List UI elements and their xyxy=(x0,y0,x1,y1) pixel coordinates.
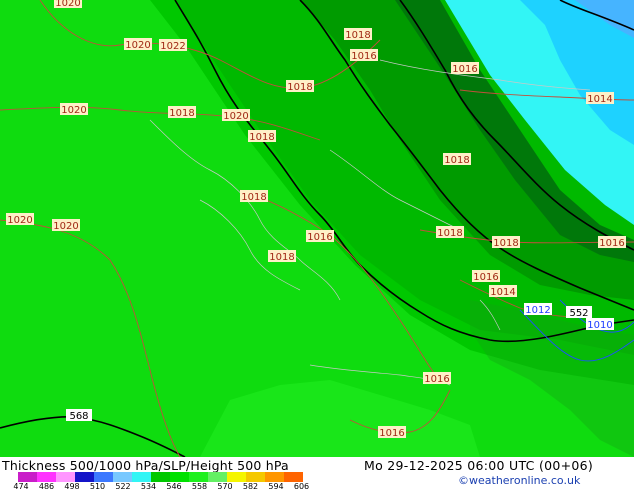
slp-label: 1020 xyxy=(125,40,150,51)
slp-label: 1018 xyxy=(269,252,294,263)
slp-label: 1016 xyxy=(599,238,624,249)
slp-label: 1022 xyxy=(160,41,185,52)
legend-swatch xyxy=(94,472,113,482)
legend-swatch xyxy=(113,472,132,482)
valid-datetime: Mo 29-12-2025 06:00 UTC (00+06) xyxy=(364,458,594,473)
legend-swatch xyxy=(151,472,170,482)
legend-swatch xyxy=(132,472,151,482)
slp-label: 1018 xyxy=(345,30,370,41)
legend-swatch xyxy=(56,472,75,482)
slp-label: 1018 xyxy=(241,192,266,203)
legend-swatch xyxy=(284,472,303,482)
low-pressure-label: 1010 xyxy=(587,320,612,331)
slp-label: 1018 xyxy=(287,82,312,93)
legend-swatch xyxy=(246,472,265,482)
footer: Thickness 500/1000 hPa/SLP/Height 500 hP… xyxy=(0,457,634,491)
color-legend xyxy=(18,472,303,482)
legend-swatch xyxy=(189,472,208,482)
label-568: 568 xyxy=(69,411,88,422)
slp-label: 1018 xyxy=(493,238,518,249)
slp-label: 1014 xyxy=(587,94,612,105)
low-pressure-label: 1012 xyxy=(525,305,550,316)
slp-label: 1018 xyxy=(169,108,194,119)
legend-swatch xyxy=(265,472,284,482)
slp-label: 1020 xyxy=(61,105,86,116)
slp-label: 1020 xyxy=(223,111,248,122)
slp-label: 1016 xyxy=(473,272,498,283)
legend-swatch xyxy=(170,472,189,482)
slp-label: 1020 xyxy=(55,0,80,9)
slp-label: 1018 xyxy=(437,228,462,239)
legend-swatch xyxy=(208,472,227,482)
credit-link[interactable]: ©weatheronline.co.uk xyxy=(458,474,580,487)
legend-swatch xyxy=(37,472,56,482)
legend-swatch xyxy=(18,472,37,482)
slp-label: 1016 xyxy=(452,64,477,75)
slp-label: 1016 xyxy=(307,232,332,243)
slp-label: 1018 xyxy=(444,155,469,166)
slp-label: 1014 xyxy=(490,287,515,298)
slp-label: 1018 xyxy=(249,132,274,143)
slp-label: 1016 xyxy=(379,428,404,439)
thickness-map: 568 552 1020 1020 1022 1018 1016 1016 1014 1018… xyxy=(0,0,634,458)
map-title: Thickness 500/1000 hPa/SLP/Height 500 hP… xyxy=(2,458,289,473)
slp-label: 1020 xyxy=(53,221,78,232)
legend-swatch xyxy=(75,472,94,482)
legend-swatch xyxy=(227,472,246,482)
slp-label: 1016 xyxy=(351,51,376,62)
slp-label: 1020 xyxy=(7,215,32,226)
slp-label: 1016 xyxy=(424,374,449,385)
label-552: 552 xyxy=(569,308,588,319)
